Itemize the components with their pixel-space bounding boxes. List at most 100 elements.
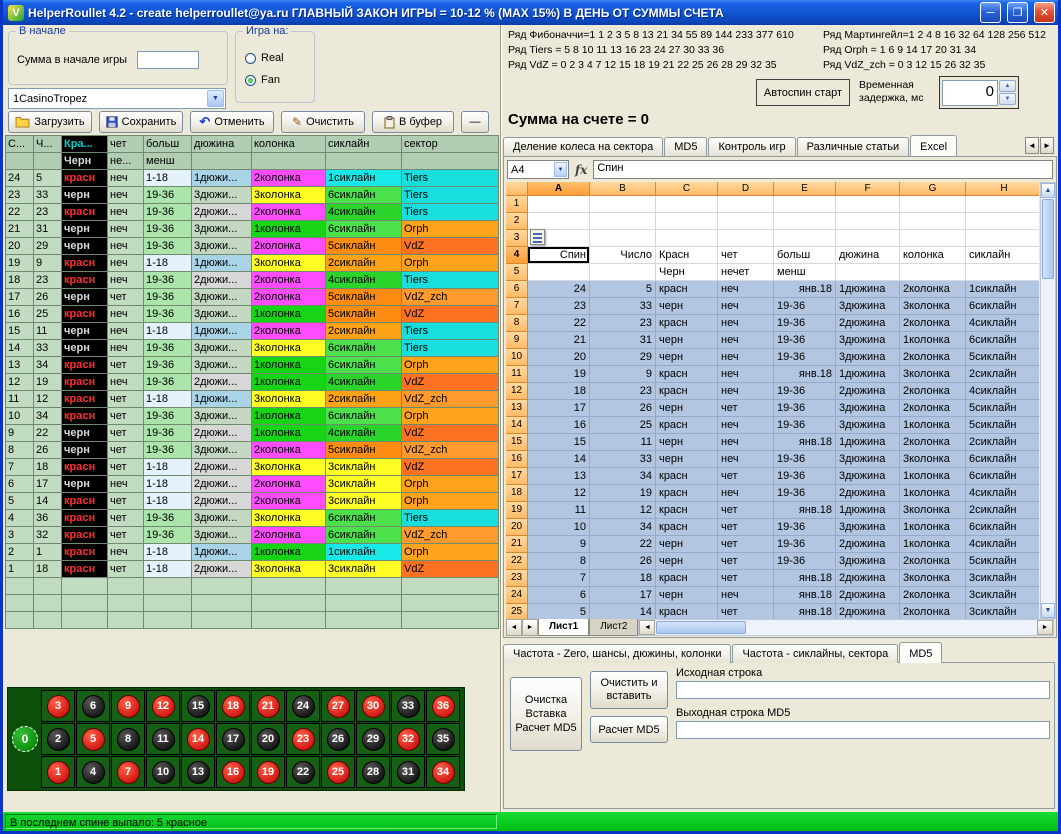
excel-column-header[interactable]: E bbox=[774, 182, 836, 196]
excel-cell[interactable]: 6 bbox=[528, 587, 590, 604]
radio-fan[interactable]: Fan bbox=[245, 74, 280, 86]
excel-cell[interactable]: 17 bbox=[528, 400, 590, 417]
excel-cell[interactable] bbox=[966, 264, 1039, 281]
excel-cell[interactable]: 6сиклайн bbox=[966, 519, 1039, 536]
radio-real[interactable]: Real bbox=[245, 52, 284, 64]
excel-cell[interactable]: 2колонка bbox=[900, 553, 966, 570]
bottom-tab-2[interactable]: MD5 bbox=[899, 642, 942, 663]
excel-cell[interactable]: 3сиклайн bbox=[966, 604, 1039, 619]
excel-row-header[interactable]: 23 bbox=[506, 570, 528, 587]
excel-cell[interactable]: 31 bbox=[590, 332, 656, 349]
excel-cell[interactable]: 3дюжина bbox=[836, 468, 900, 485]
board-number-cell[interactable]: 22 bbox=[286, 756, 320, 788]
minimize-button[interactable]: ─ bbox=[980, 2, 1001, 23]
board-zero-cell[interactable]: 0 bbox=[10, 723, 40, 755]
top-tab-3[interactable]: Различные статьи bbox=[797, 137, 910, 156]
excel-cell[interactable]: 2дюжина bbox=[836, 383, 900, 400]
excel-cell[interactable]: 5сиклайн bbox=[966, 400, 1039, 417]
excel-cell[interactable]: янв.18 bbox=[774, 570, 836, 587]
fx-icon[interactable]: fx bbox=[572, 163, 590, 177]
excel-cell[interactable] bbox=[718, 230, 774, 247]
board-number-cell[interactable]: 21 bbox=[251, 690, 285, 722]
excel-cell[interactable]: 4сиклайн bbox=[966, 536, 1039, 553]
excel-cell[interactable]: 22 bbox=[590, 536, 656, 553]
excel-column-header[interactable]: C bbox=[656, 182, 718, 196]
board-number-cell[interactable]: 34 bbox=[426, 756, 460, 788]
excel-cell[interactable]: 7 bbox=[528, 570, 590, 587]
excel-row-header[interactable]: 5 bbox=[506, 264, 528, 281]
hscroll-left-icon[interactable]: ◄ bbox=[639, 620, 655, 635]
board-number-cell[interactable]: 7 bbox=[111, 756, 145, 788]
excel-cell[interactable]: 9 bbox=[528, 536, 590, 553]
excel-cell[interactable]: 23 bbox=[590, 315, 656, 332]
board-number-cell[interactable]: 19 bbox=[251, 756, 285, 788]
excel-cell[interactable]: 2сиклайн bbox=[966, 502, 1039, 519]
board-number-cell[interactable]: 9 bbox=[111, 690, 145, 722]
excel-cell[interactable]: 20 bbox=[528, 349, 590, 366]
excel-cell[interactable] bbox=[774, 213, 836, 230]
board-number-cell[interactable]: 10 bbox=[146, 756, 180, 788]
excel-cell[interactable] bbox=[718, 213, 774, 230]
excel-cell[interactable]: 2сиклайн bbox=[966, 366, 1039, 383]
excel-cell[interactable]: Спин bbox=[528, 247, 590, 264]
maximize-button[interactable]: ❐ bbox=[1007, 2, 1028, 23]
excel-row-header[interactable]: 16 bbox=[506, 451, 528, 468]
md5-input-field[interactable] bbox=[676, 681, 1050, 699]
excel-cell[interactable] bbox=[590, 264, 656, 281]
vertical-scroll-thumb[interactable] bbox=[1042, 199, 1054, 279]
excel-row-header[interactable]: 19 bbox=[506, 502, 528, 519]
board-number-cell[interactable]: 35 bbox=[426, 723, 460, 755]
excel-row-header[interactable]: 22 bbox=[506, 553, 528, 570]
excel-cell[interactable]: янв.18 bbox=[774, 281, 836, 298]
board-number-cell[interactable]: 17 bbox=[216, 723, 250, 755]
excel-cell[interactable]: 19-36 bbox=[774, 536, 836, 553]
spinner-down-icon[interactable]: ▼ bbox=[999, 93, 1016, 105]
paste-options-icon[interactable] bbox=[530, 229, 545, 245]
excel-cell[interactable] bbox=[900, 230, 966, 247]
excel-cell[interactable]: 3дюжина bbox=[836, 553, 900, 570]
excel-cell[interactable]: 3колонка bbox=[900, 366, 966, 383]
excel-row-header[interactable]: 2 bbox=[506, 213, 528, 230]
board-number-cell[interactable]: 25 bbox=[321, 756, 355, 788]
excel-cell[interactable]: 3колонка bbox=[900, 298, 966, 315]
excel-cell[interactable]: Число bbox=[590, 247, 656, 264]
excel-row-header[interactable]: 20 bbox=[506, 519, 528, 536]
excel-cell[interactable]: 3колонка bbox=[900, 451, 966, 468]
excel-cell[interactable]: 2дюжина bbox=[836, 587, 900, 604]
excel-cell[interactable]: 34 bbox=[590, 519, 656, 536]
excel-row-header[interactable]: 21 bbox=[506, 536, 528, 553]
excel-row-header[interactable]: 6 bbox=[506, 281, 528, 298]
excel-cell[interactable]: 6сиклайн bbox=[966, 451, 1039, 468]
excel-cell[interactable]: неч bbox=[718, 315, 774, 332]
top-tab-4[interactable]: Excel bbox=[910, 135, 957, 156]
excel-cell[interactable]: 10 bbox=[528, 519, 590, 536]
excel-cell[interactable]: 19 bbox=[528, 366, 590, 383]
excel-cell[interactable]: неч bbox=[718, 587, 774, 604]
clear-button[interactable]: ✎Очистить bbox=[281, 111, 365, 133]
excel-cell[interactable]: 19-36 bbox=[774, 485, 836, 502]
board-number-cell[interactable]: 36 bbox=[426, 690, 460, 722]
board-number-cell[interactable]: 3 bbox=[41, 690, 75, 722]
sheet-tab-1[interactable]: Лист1 bbox=[538, 619, 589, 636]
excel-cell[interactable]: 1колонка bbox=[900, 468, 966, 485]
md5-output-field[interactable] bbox=[676, 721, 1050, 739]
excel-cell[interactable]: чет bbox=[718, 502, 774, 519]
excel-cell[interactable]: красн bbox=[656, 366, 718, 383]
horizontal-scroll-thumb[interactable] bbox=[656, 621, 746, 634]
excel-cell[interactable]: 2дюжина bbox=[836, 485, 900, 502]
excel-cell[interactable]: 26 bbox=[590, 400, 656, 417]
excel-row-header[interactable]: 10 bbox=[506, 349, 528, 366]
excel-cell[interactable]: чет bbox=[718, 400, 774, 417]
excel-row-header[interactable]: 1 bbox=[506, 196, 528, 213]
excel-cell[interactable]: 19-36 bbox=[774, 468, 836, 485]
excel-cell[interactable]: 19 bbox=[590, 485, 656, 502]
excel-cell[interactable]: красн bbox=[656, 417, 718, 434]
sheet-tab-2[interactable]: Лист2 bbox=[589, 619, 638, 636]
excel-cell[interactable]: неч bbox=[718, 366, 774, 383]
excel-cell[interactable]: янв.18 bbox=[774, 366, 836, 383]
excel-cell[interactable]: 1колонка bbox=[900, 519, 966, 536]
board-number-cell[interactable]: 15 bbox=[181, 690, 215, 722]
board-number-cell[interactable]: 29 bbox=[356, 723, 390, 755]
excel-cell[interactable]: черн bbox=[656, 553, 718, 570]
excel-column-header[interactable]: G bbox=[900, 182, 966, 196]
